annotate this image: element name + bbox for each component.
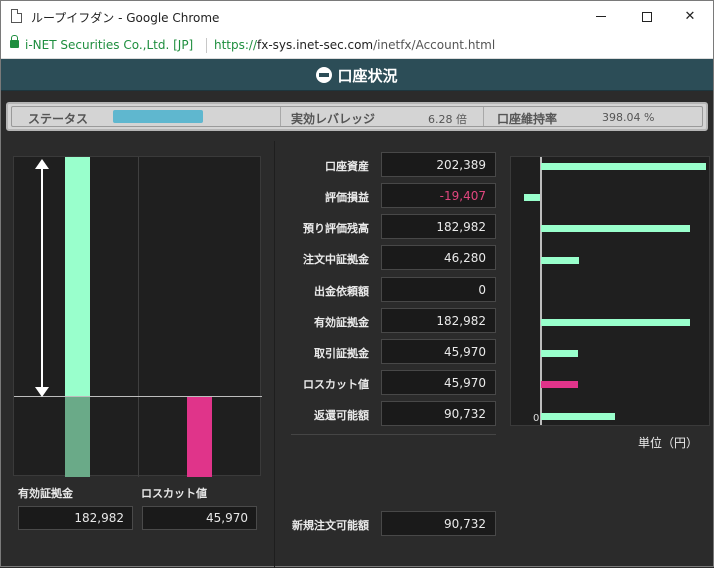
chart-bar [524,194,540,201]
column-divider [274,141,275,568]
chart-bar [541,413,615,420]
chart-bar [541,163,706,170]
maintenance-value: 398.04 % [602,111,655,124]
minimize-button[interactable] [578,1,624,32]
lock-icon[interactable] [10,35,19,48]
page-title-text: 口座状況 [337,67,398,85]
row-value: -19,407 [381,183,496,208]
url-scheme: https:// [214,38,258,52]
margin-range-arrow [41,163,43,391]
close-button[interactable]: ✕ [667,1,713,32]
losscut-line [14,396,262,397]
row-label: 注文中証拠金 [303,253,369,266]
row-label: ロスカット値 [303,378,369,391]
losscut-bar [187,397,212,477]
title-bar: ループイフダン - Google Chrome ✕ [1,1,713,32]
chart-bar [541,350,578,357]
address-divider [206,38,207,53]
status-divider [280,107,281,126]
maintenance-label: 口座維持率 [497,112,558,126]
site-identity[interactable]: i-NET Securities Co.,Ltd. [JP] [25,38,193,52]
account-icon [316,67,333,83]
gauge-effective-margin-value: 182,982 [18,506,133,530]
new-order-label: 新規注文可能額 [292,519,369,532]
margin-gauge-chart [13,156,262,477]
maximize-button[interactable] [624,1,670,32]
row-value: 45,970 [381,339,496,364]
effective-margin-bar [65,157,90,396]
close-icon: ✕ [684,9,696,24]
row-value: 45,970 [381,370,496,395]
row-label: 取引証拠金 [314,347,369,360]
chart-bar [541,319,690,326]
window-title: ループイフダン - Google Chrome [31,11,220,25]
row-value: 182,982 [381,214,496,239]
address-bar[interactable]: i-NET Securities Co.,Ltd. [JP] https://f… [1,32,713,59]
row-label: 出金依頼額 [314,285,369,298]
chart-bar [541,257,579,264]
row-label: 有効証拠金 [314,316,369,329]
gauge-effective-margin-label: 有効証拠金 [18,487,73,500]
page-title: 口座状況 [1,65,713,86]
row-label: 口座資産 [325,160,369,173]
row-value: 182,982 [381,308,496,333]
url-text[interactable]: https://fx-sys.inet-sec.com/inetfx/Accou… [214,38,495,52]
maximize-icon [642,11,652,22]
gauge-divider [138,157,139,477]
status-label: ステータス [28,112,89,126]
status-progress-bar [113,110,203,123]
chart-unit-label: 単位（円） [638,436,699,450]
arrow-down-icon [35,387,49,397]
row-value: 202,389 [381,152,496,177]
row-label: 預り評価残高 [303,222,369,235]
row-label: 評価損益 [325,191,369,204]
status-bar: ステータス 実効レバレッジ 6.28 倍 口座維持率 398.04 % [6,102,708,131]
table-divider [291,434,496,435]
url-path: /inetfx/Account.html [373,38,496,52]
gauge-losscut-label: ロスカット値 [141,487,207,500]
gauge-losscut-value: 45,970 [142,506,257,530]
leverage-value: 6.28 倍 [428,113,467,126]
leverage-label: 実効レバレッジ [291,112,376,126]
status-divider [483,107,484,126]
row-value: 0 [381,277,496,302]
url-host: fx-sys.inet-sec.com [257,38,374,52]
new-order-value: 90,732 [381,511,496,536]
chart-zero-label: 0 [533,413,540,424]
page-header: 口座状況 [1,59,713,91]
minimize-icon [596,16,606,17]
chart-bar [541,225,690,232]
chart-bar [541,381,578,388]
row-label: 返還可能額 [314,409,369,422]
losscut-range-bar [65,397,90,477]
row-value: 46,280 [381,245,496,270]
browser-window: ループイフダン - Google Chrome ✕ i-NET Securiti… [0,0,714,568]
document-icon [11,9,22,23]
account-bar-chart [510,156,710,426]
row-value: 90,732 [381,401,496,426]
